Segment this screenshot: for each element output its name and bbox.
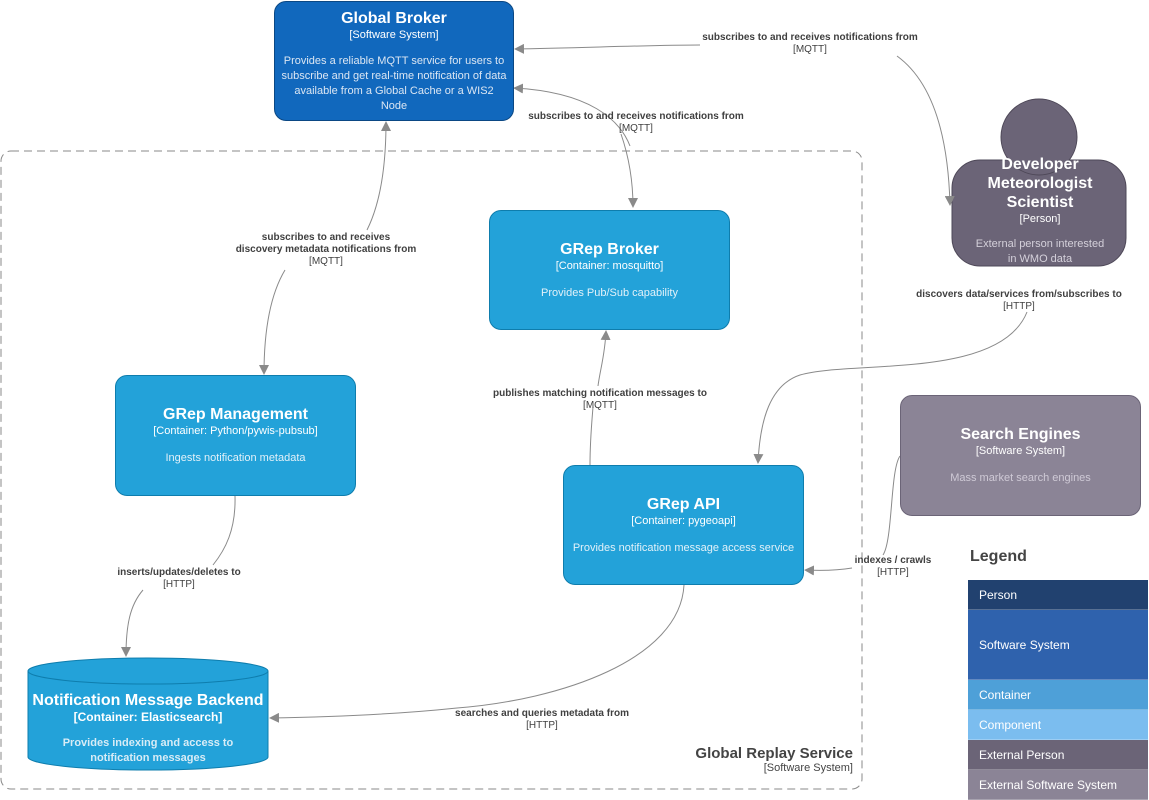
edge-person-to-global-broker — [514, 43, 701, 54]
boundary-title: Global Replay Service — [695, 745, 853, 762]
edge-label: searches and queries metadata from [HTTP… — [455, 708, 629, 732]
edge-label: inserts/updates/deletes to [HTTP] — [117, 567, 240, 591]
person-node[interactable]: Developer Meteorologist Scientist [Perso… — [955, 155, 1125, 267]
legend: Person Software System Container Compone… — [968, 580, 1148, 800]
edge-management-global-down — [259, 269, 286, 375]
legend-item-label: External Person — [979, 747, 1065, 762]
node-type: [Container: mosquitto] — [555, 259, 664, 272]
edge-label-tech: [MQTT] — [619, 123, 653, 134]
node-description: Provides notification message access ser… — [572, 541, 795, 554]
edge-label-text: discovers data/services from/subscribes … — [916, 289, 1122, 300]
edge-label: subscribes to and receives notifications… — [702, 32, 918, 56]
node-type: [Person] — [1019, 213, 1061, 225]
grep-management-node[interactable]: GRep Management [Container: Python/pywis… — [115, 375, 356, 496]
legend-item-label: Software System — [979, 637, 1070, 652]
node-type: [Software System] — [975, 445, 1066, 457]
edge-label: discovers data/services from/subscribes … — [916, 289, 1122, 313]
node-type: [Container: Elasticsearch] — [73, 709, 223, 724]
boundary-type: [Software System] — [763, 762, 853, 774]
edge-label: subscribes to and receives discovery met… — [236, 232, 417, 268]
node-title: Notification Message Backend — [32, 691, 264, 709]
node-title: Developer Meteorologist Scientist — [987, 156, 1093, 211]
edge-label-tech: [HTTP] — [526, 720, 558, 731]
edge-management-to-backend — [212, 495, 236, 566]
edge-label-tech: [HTTP] — [877, 567, 909, 578]
node-description: External person interested in WMO data — [975, 238, 1105, 265]
legend-item-container: Container — [968, 680, 1148, 710]
grep-api-node[interactable]: GRep API [Container: pygeoapi] Provides … — [563, 465, 804, 585]
edge-search-to-api — [882, 455, 901, 556]
node-description: Provides Pub/Sub capability — [541, 286, 678, 299]
legend-item-external-software-system: External Software System — [968, 770, 1148, 800]
legend-item-label: Person — [979, 587, 1018, 602]
search-engines-node[interactable]: Search Engines [Software System] Mass ma… — [900, 395, 1141, 516]
node-title: GRep Management — [163, 406, 308, 423]
edge-label-text: indexes / crawls — [854, 555, 932, 566]
grep-broker-node[interactable]: GRep Broker [Container: mosquitto] Provi… — [489, 210, 730, 330]
edge-label-tech: [MQTT] — [793, 44, 827, 55]
legend-item-label: Component — [979, 717, 1042, 732]
backend-node[interactable]: Notification Message Backend [Container:… — [28, 684, 268, 772]
node-type: [Container: Python/pywis-pubsub] — [153, 425, 318, 437]
edge-label-text: subscribes to and receives — [261, 232, 391, 243]
edge-api-to-grep-broker — [589, 406, 594, 466]
edge-label-tech: [MQTT] — [309, 256, 343, 267]
legend-title: Legend — [970, 548, 1027, 565]
edge-label-tech: [MQTT] — [583, 400, 617, 411]
edge-label-text: searches and queries metadata from — [455, 708, 629, 719]
edge-label: subscribes to and receives notifications… — [528, 111, 744, 135]
node-title: Search Engines — [960, 426, 1081, 443]
edge-api-to-backend — [269, 584, 685, 723]
edge-label: indexes / crawls [HTTP] — [855, 555, 932, 579]
node-description: Ingests notification metadata — [165, 452, 306, 464]
edge-global-grep-broker-down — [620, 133, 638, 208]
edge-label-text: inserts/updates/deletes to — [117, 567, 241, 578]
node-title: Global Broker — [341, 9, 447, 27]
node-type: [Container: pygeoapi] — [631, 514, 736, 527]
edge-search-to-api-end — [804, 565, 853, 576]
global-broker-node[interactable]: Global Broker [Software System] Provides… — [274, 1, 514, 121]
boundary-label: Global Replay Service [Software System] — [695, 745, 853, 774]
edge-management-to-backend-end — [121, 589, 144, 657]
node-title: GRep API — [646, 495, 721, 513]
edge-management-global — [366, 121, 391, 231]
edge-label-text: subscribes to and receives notifications… — [702, 32, 918, 43]
legend-item-label: External Software System — [979, 777, 1118, 792]
node-description: Provides indexing and access to notifica… — [62, 736, 234, 764]
edge-label-text: discovery metadata notifications from — [235, 244, 417, 255]
legend-item-label: Container — [979, 687, 1032, 702]
edge-label-tech: [HTTP] — [1003, 301, 1035, 312]
edge-label-text: publishes matching notification messages… — [493, 388, 707, 399]
edge-label: publishes matching notification messages… — [493, 388, 707, 412]
node-title: GRep Broker — [560, 240, 659, 258]
node-description: Provides a reliable MQTT service for use… — [281, 54, 507, 112]
legend-item-software-system: Software System — [968, 610, 1148, 680]
legend-item-person: Person — [968, 580, 1148, 610]
edge-api-to-grep-broker-up — [597, 330, 611, 387]
edge-label-tech: [HTTP] — [163, 579, 195, 590]
legend-item-external-person: External Person — [968, 740, 1148, 770]
edge-person-to-global-broker-tail — [896, 55, 955, 206]
node-description: Mass market search engines — [950, 472, 1091, 484]
node-type: [Software System] — [349, 28, 439, 41]
edge-label-text: subscribes to and receives notifications… — [528, 111, 744, 122]
legend-item-component: Component — [968, 710, 1148, 740]
